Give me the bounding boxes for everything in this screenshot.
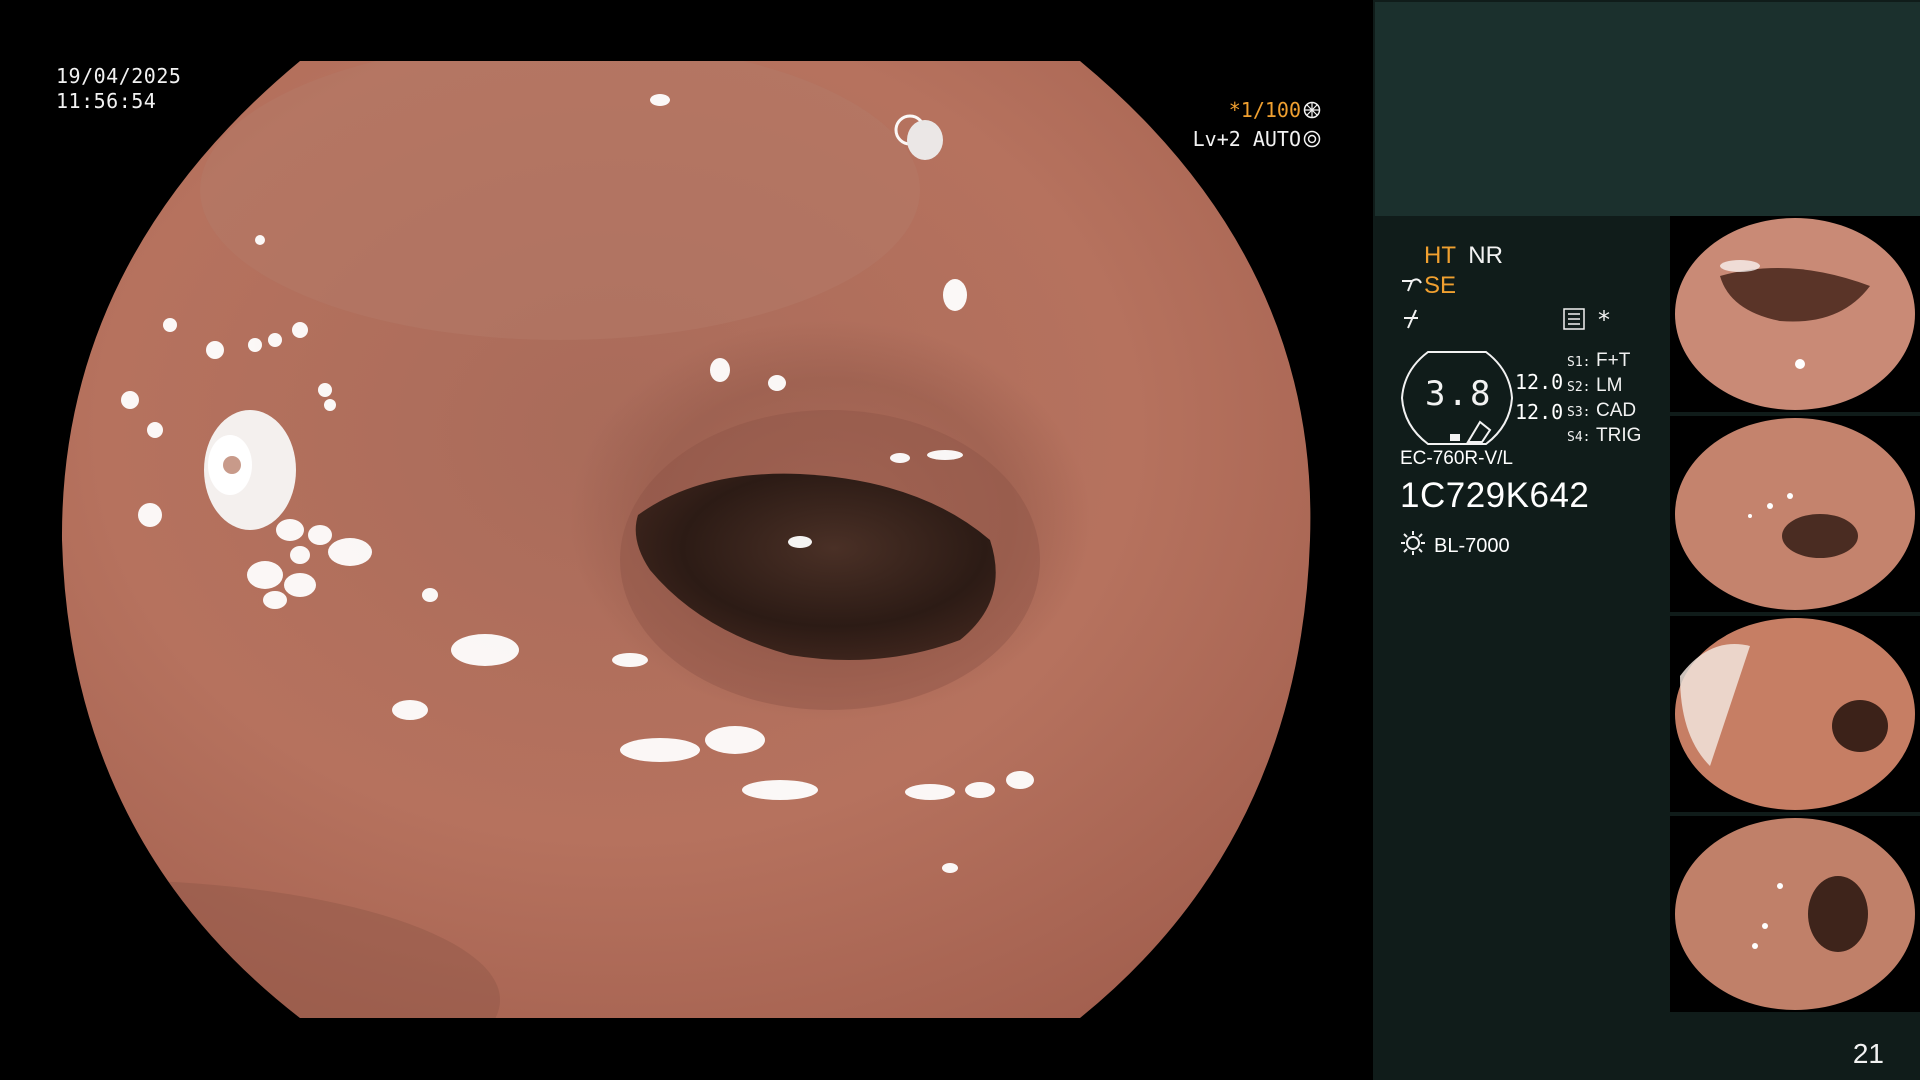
- star-indicator: *: [1598, 306, 1610, 334]
- lamp-icon: [1400, 530, 1426, 562]
- scope-model: EC-760R-V/L: [1400, 448, 1513, 469]
- date-text: 19/04/2025: [56, 64, 182, 88]
- shutter-indicator: *1/100: [1229, 98, 1321, 122]
- switch-value: F+T: [1596, 350, 1631, 371]
- switch-value: CAD: [1596, 400, 1637, 421]
- page-number: 21: [1852, 1038, 1884, 1069]
- switch-key: S1:: [1567, 355, 1591, 370]
- endoscope-view-area: 19/04/2025 11:56:54 *1/100 Lv+2 AUTO: [0, 0, 1373, 1080]
- thumbnail-1[interactable]: [1670, 216, 1920, 412]
- level-indicator: Lv+2 AUTO: [1193, 127, 1321, 151]
- se-label: SE: [1424, 272, 1457, 299]
- se-row: SE: [1400, 272, 1456, 300]
- status-info: HT NR SE * 3.8 12.0 12.0 S1: F+T S2: LM S3…: [1373, 216, 1670, 1080]
- thumbnail-3[interactable]: [1670, 616, 1920, 812]
- light-source-row: BL-7000: [1400, 530, 1510, 562]
- ht-label: HT: [1424, 242, 1456, 269]
- thumbnail-4[interactable]: [1670, 816, 1920, 1012]
- value-2: 12.0: [1515, 400, 1564, 424]
- nr-label: NR: [1468, 242, 1503, 269]
- thumbnail-2[interactable]: [1670, 416, 1920, 612]
- level-text: Lv+2 AUTO: [1192, 127, 1301, 151]
- switch-key: S2:: [1567, 380, 1591, 395]
- menu-list-icon: [1563, 308, 1585, 334]
- switch-key: S4:: [1567, 430, 1591, 445]
- scope-serial: 1C729K642: [1400, 476, 1590, 515]
- scope-icon: [1400, 272, 1422, 300]
- switch-row: S3: CAD: [1567, 398, 1641, 423]
- date-time-display: 19/04/2025 11:56:54: [56, 64, 181, 114]
- switch-row: S2: LM: [1567, 373, 1641, 398]
- value-1: 12.0: [1515, 370, 1564, 394]
- side-panel: HT NR SE * 3.8 12.0 12.0 S1: F+T S2: LM S3…: [1373, 0, 1920, 1080]
- auto-iris-icon: [1303, 130, 1321, 148]
- switch-list: S1: F+T S2: LM S3: CAD S4: TRIG: [1567, 348, 1641, 448]
- endoscopic-image: [61, 61, 1311, 1018]
- switch-row: S4: TRIG: [1567, 423, 1641, 448]
- switch-row: S1: F+T: [1567, 348, 1641, 373]
- function-icon: [1400, 306, 1422, 334]
- switch-value: LM: [1596, 375, 1623, 396]
- time-text: 11:56:54: [56, 89, 157, 113]
- aperture-icon: [1303, 101, 1321, 119]
- gauge-value: 3.8: [1425, 374, 1493, 414]
- shutter-text: *1/100: [1228, 98, 1301, 122]
- side-panel-header: [1375, 2, 1920, 216]
- ht-nr-row: HT NR: [1424, 242, 1503, 270]
- switch-value: TRIG: [1596, 425, 1642, 446]
- light-source-label: BL-7000: [1434, 534, 1510, 557]
- switch-key: S3:: [1567, 405, 1591, 420]
